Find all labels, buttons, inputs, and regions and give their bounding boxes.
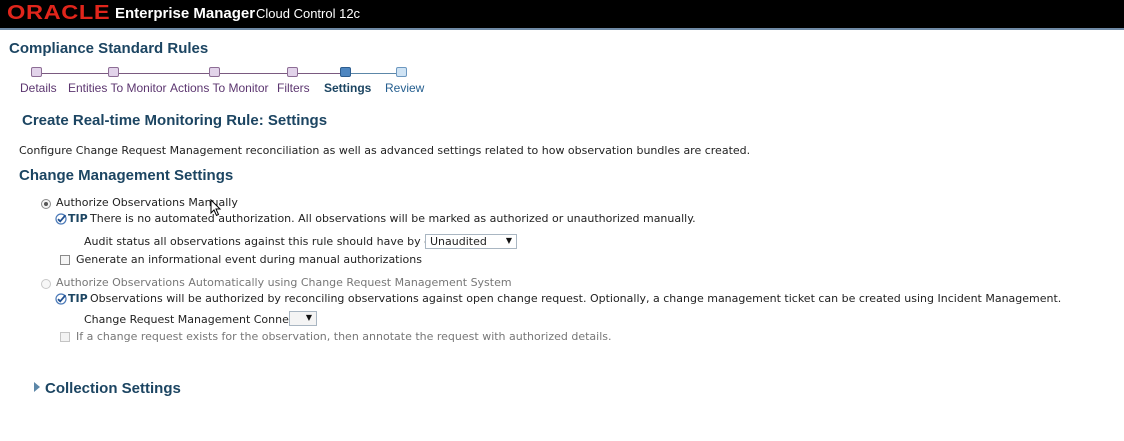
train-stop-entities[interactable]	[108, 67, 119, 77]
train-connector	[215, 73, 293, 74]
product-title: Enterprise Manager	[115, 5, 256, 22]
train-stop-actions[interactable]	[209, 67, 220, 77]
train-connector	[293, 73, 346, 74]
train-label-actions[interactable]: Actions To Monitor	[170, 81, 269, 95]
train-connector	[37, 73, 113, 74]
connector-label: Change Request Management Connector	[84, 313, 311, 326]
page-content: Compliance Standard Rules Details Entiti…	[0, 28, 1124, 441]
authorize-manually-radio[interactable]	[41, 199, 51, 209]
train-connector	[346, 73, 402, 74]
authorize-automatically-radio[interactable]	[41, 279, 51, 289]
settings-description: Configure Change Request Management reco…	[19, 144, 751, 157]
audit-status-label: Audit status all observations against th…	[84, 235, 463, 248]
train-label-filters[interactable]: Filters	[277, 81, 310, 95]
train-stop-settings	[340, 67, 351, 77]
audit-status-value: Unaudited	[430, 235, 487, 248]
tip-label: TIP	[68, 212, 88, 225]
chevron-down-icon: ▼	[305, 313, 312, 322]
change-management-heading: Change Management Settings	[19, 167, 234, 184]
train-label-settings: Settings	[324, 81, 372, 95]
page-title: Compliance Standard Rules	[9, 40, 209, 57]
check-circle-icon	[55, 213, 67, 225]
top-header-bar: ORACLE Enterprise Manager Cloud Control …	[0, 0, 1124, 28]
generate-event-label[interactable]: Generate an informational event during m…	[76, 253, 422, 266]
connector-select[interactable]: ▼	[289, 311, 317, 326]
audit-status-select[interactable]: Unaudited ▼	[425, 234, 517, 249]
train-label-entities[interactable]: Entities To Monitor	[68, 81, 167, 95]
train-label-review[interactable]: Review	[385, 81, 424, 95]
generate-event-checkbox[interactable]	[60, 255, 70, 265]
train-stop-details[interactable]	[31, 67, 42, 77]
collection-settings-heading[interactable]: Collection Settings	[45, 380, 181, 397]
disclosure-right-icon[interactable]	[34, 382, 40, 392]
tip-label: TIP	[68, 292, 88, 305]
train-stop-review[interactable]	[396, 67, 407, 77]
check-circle-icon	[55, 293, 67, 305]
chevron-down-icon: ▼	[505, 236, 512, 245]
settings-heading: Create Real-time Monitoring Rule: Settin…	[22, 112, 328, 129]
mouse-pointer-icon	[210, 199, 222, 217]
product-edition: Cloud Control 12c	[256, 6, 361, 21]
manual-tip-text: There is no automated authorization. All…	[90, 212, 696, 225]
annotate-request-label[interactable]: If a change request exists for the obser…	[76, 330, 612, 343]
oracle-logo: ORACLE	[7, 2, 111, 24]
authorize-automatically-label[interactable]: Authorize Observations Automatically usi…	[56, 276, 512, 289]
train-connector	[113, 73, 215, 74]
train-label-details[interactable]: Details	[20, 81, 57, 95]
automatic-tip-text: Observations will be authorized by recon…	[90, 292, 1062, 305]
annotate-request-checkbox[interactable]	[60, 332, 70, 342]
train-stop-filters[interactable]	[287, 67, 298, 77]
